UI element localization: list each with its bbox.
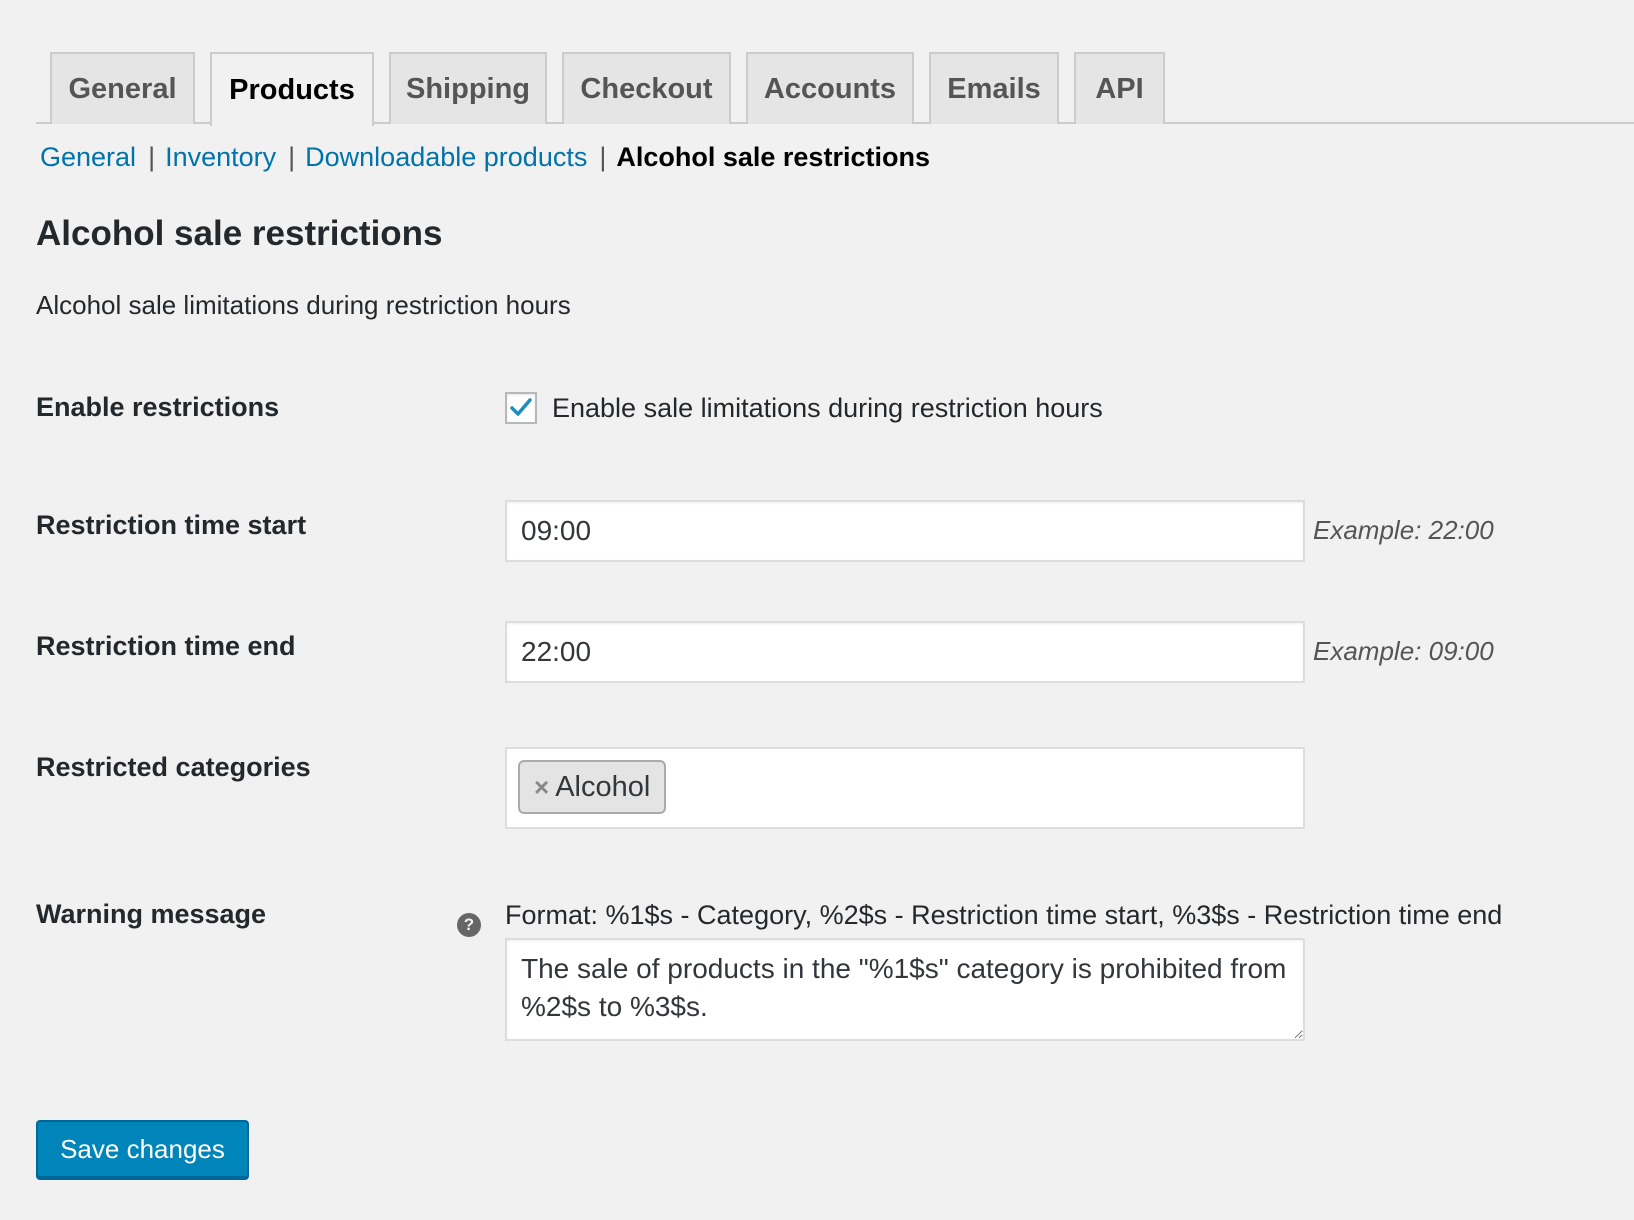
section-description: Alcohol sale limitations during restrict… <box>36 290 571 320</box>
subnav-link-downloadable-products[interactable]: Downloadable products <box>305 142 587 173</box>
subnav-separator: | <box>288 142 296 172</box>
subnav-separator: | <box>599 142 607 172</box>
tab-products[interactable]: Products <box>210 52 374 126</box>
section-title: Alcohol sale restrictions <box>36 214 443 253</box>
subnav-link-general[interactable]: General <box>40 142 136 173</box>
time-start-label: Restriction time start <box>36 510 307 540</box>
warning-format-hint: Format: %1$s - Category, %2$s - Restrict… <box>505 900 1503 930</box>
save-changes-button[interactable]: Save changes <box>36 1120 249 1178</box>
subnav-link-inventory[interactable]: Inventory <box>165 142 276 173</box>
warning-message-label: Warning message <box>36 899 267 929</box>
tab-shipping[interactable]: Shipping <box>389 52 547 124</box>
time-end-example: Example: 09:00 <box>1313 636 1494 666</box>
time-start-input[interactable] <box>505 500 1305 562</box>
enable-restrictions-label: Enable restrictions <box>36 392 280 422</box>
category-tag-label: Alcohol <box>555 770 651 803</box>
warning-message-textarea[interactable]: The sale of products in the "%1$s" categ… <box>505 938 1305 1041</box>
restricted-categories-label: Restricted categories <box>36 752 311 782</box>
enable-restrictions-checkbox-label[interactable]: Enable sale limitations during restricti… <box>552 393 1103 424</box>
restricted-categories-select[interactable]: × Alcohol <box>505 747 1305 829</box>
tab-general[interactable]: General <box>50 52 195 124</box>
subsection-nav: General | Inventory | Downloadable produ… <box>40 142 930 173</box>
checkmark-icon <box>510 398 532 416</box>
tab-checkout[interactable]: Checkout <box>562 52 731 124</box>
settings-tabs: General Products Shipping Checkout Accou… <box>36 52 1634 126</box>
tab-accounts[interactable]: Accounts <box>746 52 914 124</box>
time-end-label: Restriction time end <box>36 631 296 661</box>
time-start-example: Example: 22:00 <box>1313 515 1494 545</box>
help-icon[interactable]: ? <box>457 913 481 937</box>
subnav-current: Alcohol sale restrictions <box>616 142 930 172</box>
settings-page: General Products Shipping Checkout Accou… <box>0 0 1634 1220</box>
subnav-separator: | <box>148 142 156 172</box>
time-end-input[interactable] <box>505 621 1305 683</box>
tab-emails[interactable]: Emails <box>929 52 1059 124</box>
category-tag-alcohol: × Alcohol <box>518 760 667 814</box>
remove-icon[interactable]: × <box>534 772 549 803</box>
tab-api[interactable]: API <box>1074 52 1165 124</box>
enable-restrictions-checkbox[interactable] <box>505 392 537 424</box>
